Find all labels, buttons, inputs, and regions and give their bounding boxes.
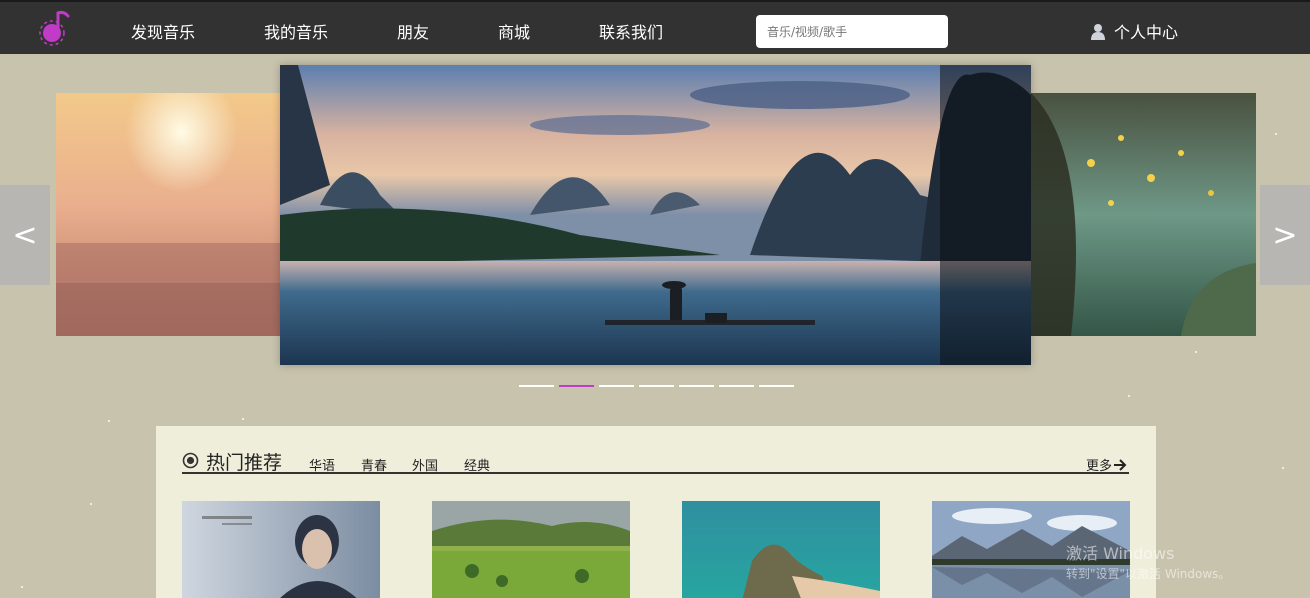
hot-recommend-title: 热门推荐	[206, 452, 283, 474]
top-nav-bar: 发现音乐 我的音乐 朋友 商城 联系我们 个人中心	[0, 0, 1310, 54]
hot-recommend-header: 热门推荐 华语 青春 外国 经典 更多	[182, 450, 1129, 474]
carousel-dot[interactable]	[719, 385, 754, 387]
person-icon	[1091, 23, 1105, 40]
carousel-indicators	[519, 385, 794, 387]
tag-chinese[interactable]: 华语	[309, 455, 335, 474]
tag-foreign[interactable]: 外国	[412, 455, 438, 474]
star-speck	[1128, 395, 1130, 397]
carousel-next-button[interactable]: >	[1260, 185, 1310, 285]
green-village-image	[432, 501, 630, 598]
carousel-dot[interactable]	[759, 385, 794, 387]
mountain-lake-image	[932, 501, 1130, 598]
glowing-tree-forest-image	[1031, 93, 1256, 336]
carousel-slide-right[interactable]	[1031, 93, 1256, 336]
river-karst-landscape-image	[280, 65, 1031, 365]
user-center-link[interactable]: 个人中心	[1090, 19, 1178, 43]
music-note-logo-icon[interactable]	[34, 7, 76, 49]
carousel-prev-button[interactable]: <	[0, 185, 50, 285]
carousel-slide-center[interactable]	[280, 65, 1031, 365]
nav-contact-us[interactable]: 联系我们	[599, 19, 663, 43]
sunset-city-image	[56, 93, 280, 336]
carousel-dot[interactable]	[599, 385, 634, 387]
star-speck	[1195, 351, 1197, 353]
radio-circle-icon	[182, 452, 199, 469]
star-speck	[1275, 133, 1277, 135]
carousel-slide-left[interactable]	[56, 93, 280, 336]
carousel-dot[interactable]	[519, 385, 554, 387]
star-speck	[108, 420, 110, 422]
star-speck	[1282, 467, 1284, 469]
carousel-dot[interactable]	[639, 385, 674, 387]
tag-classic[interactable]: 经典	[464, 455, 490, 474]
carousel-dot[interactable]	[679, 385, 714, 387]
carousel-dot-active[interactable]	[559, 385, 594, 387]
recommend-card-2[interactable]	[432, 501, 630, 598]
singer-portrait-image	[182, 501, 380, 598]
nav-discover-music[interactable]: 发现音乐	[131, 19, 195, 43]
nav-store[interactable]: 商城	[498, 19, 530, 43]
more-link[interactable]: 更多	[1086, 455, 1127, 474]
nav-my-music[interactable]: 我的音乐	[264, 19, 328, 43]
star-speck	[21, 586, 23, 588]
star-speck	[242, 418, 244, 420]
nav-friends[interactable]: 朋友	[397, 19, 429, 43]
recommend-card-1[interactable]	[182, 501, 380, 598]
arrow-right-icon	[1114, 458, 1127, 471]
tag-youth[interactable]: 青春	[361, 455, 387, 474]
search-input[interactable]	[756, 15, 948, 48]
user-center-label: 个人中心	[1114, 23, 1179, 42]
star-speck	[90, 503, 92, 505]
turquoise-island-image	[682, 501, 880, 598]
recommend-card-3[interactable]	[682, 501, 880, 598]
hot-recommend-panel: 热门推荐 华语 青春 外国 经典 更多	[156, 426, 1156, 598]
more-label: 更多	[1085, 459, 1112, 474]
recommend-card-4[interactable]	[932, 501, 1130, 598]
